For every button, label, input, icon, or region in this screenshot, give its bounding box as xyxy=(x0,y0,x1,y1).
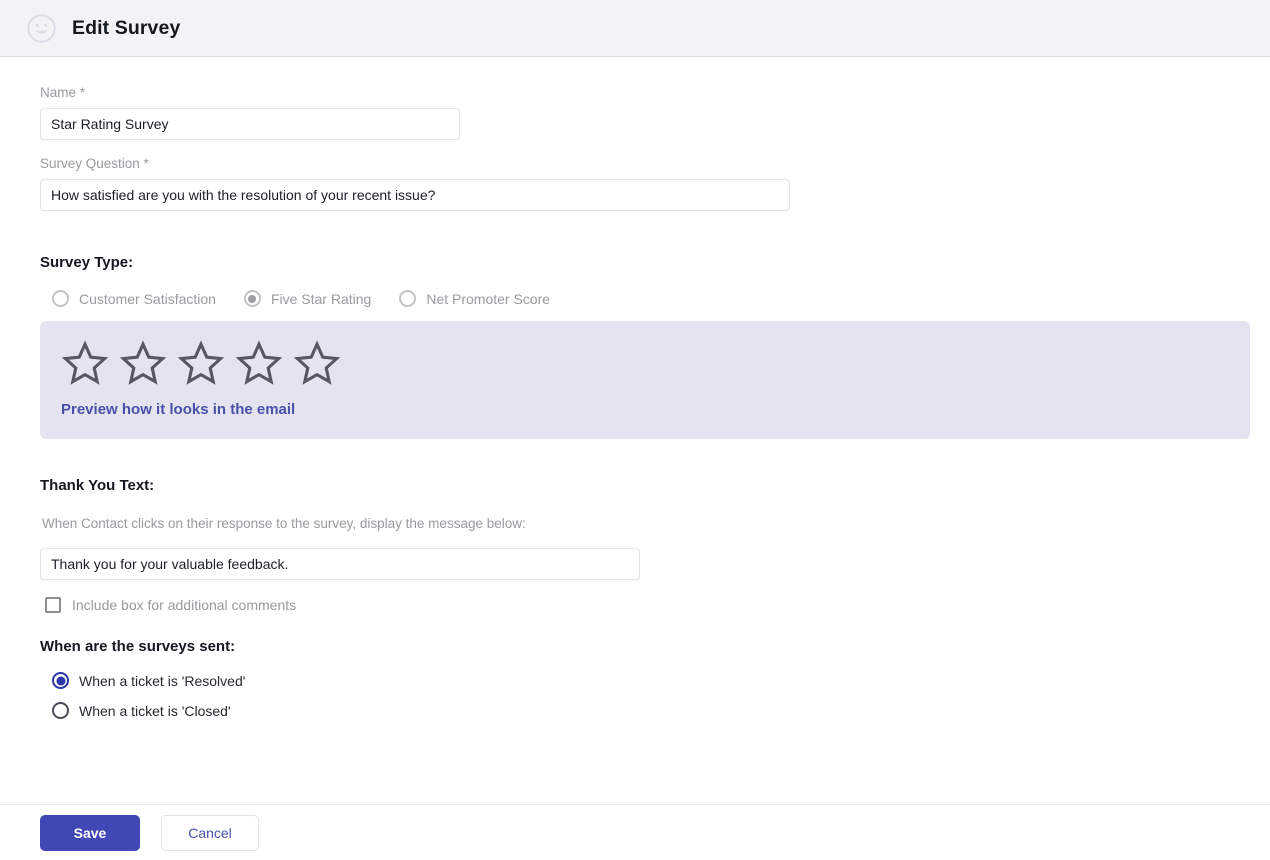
star-icon-4[interactable] xyxy=(234,339,284,387)
radio-icon-customer-satisfaction[interactable] xyxy=(52,290,69,308)
star-icon-1[interactable] xyxy=(60,339,110,387)
preview-email-link[interactable]: Preview how it looks in the email xyxy=(61,401,295,418)
survey-type-option-net-promoter-score[interactable]: Net Promoter Score xyxy=(399,290,551,308)
additional-comments-checkbox-row[interactable]: Include box for additional comments xyxy=(45,597,1270,614)
thank-you-section: Thank You Text: When Contact clicks on t… xyxy=(40,477,1270,614)
survey-question-label: Survey Question * xyxy=(40,156,149,172)
smiley-face-icon xyxy=(27,13,56,43)
thank-you-text-input[interactable] xyxy=(40,548,640,581)
name-label: Name * xyxy=(40,85,86,100)
cancel-button[interactable]: Cancel xyxy=(161,814,259,851)
send-timing-radio-group: When a ticket is 'Resolved' When a ticke… xyxy=(52,672,1270,720)
survey-type-title: Survey Type: xyxy=(40,254,134,272)
radio-icon-ticket-resolved[interactable] xyxy=(52,672,69,690)
page-header: Edit Survey xyxy=(0,0,1270,57)
star-rating-group[interactable] xyxy=(60,339,1250,387)
send-timing-option-resolved[interactable]: When a ticket is 'Resolved' xyxy=(52,672,1270,690)
radio-icon-ticket-closed[interactable] xyxy=(52,702,69,720)
name-field-block: Name * xyxy=(40,85,1270,141)
radio-icon-net-promoter-score[interactable] xyxy=(399,290,417,308)
star-icon-3[interactable] xyxy=(176,339,226,387)
survey-type-label-0: Customer Satisfaction xyxy=(79,290,216,307)
page-title: Edit Survey xyxy=(72,16,181,39)
survey-type-label-1: Five Star Rating xyxy=(270,290,372,307)
survey-question-input[interactable] xyxy=(40,179,790,212)
survey-type-radio-group: Customer Satisfaction Five Star Rating N… xyxy=(52,290,1270,308)
survey-type-section: Survey Type: Customer Satisfaction Five … xyxy=(40,254,1270,308)
star-icon-2[interactable] xyxy=(118,339,168,387)
name-input[interactable] xyxy=(40,108,460,141)
survey-type-option-five-star-rating[interactable]: Five Star Rating xyxy=(243,290,372,308)
checkbox-icon-additional-comments[interactable] xyxy=(45,597,61,614)
form-body: Name * Survey Question * Survey Type: Cu… xyxy=(0,57,1270,720)
survey-type-option-customer-satisfaction[interactable]: Customer Satisfaction xyxy=(52,290,216,308)
star-icon-5[interactable] xyxy=(292,339,342,387)
thank-you-title: Thank You Text: xyxy=(40,477,155,495)
send-timing-title: When are the surveys sent: xyxy=(40,638,236,656)
star-rating-preview-panel: Preview how it looks in the email xyxy=(40,321,1250,440)
send-timing-section: When are the surveys sent: When a ticket… xyxy=(40,638,1270,720)
send-timing-label-0: When a ticket is 'Resolved' xyxy=(79,672,246,689)
form-footer: Save Cancel xyxy=(0,804,1270,860)
survey-type-label-2: Net Promoter Score xyxy=(426,290,551,307)
additional-comments-label: Include box for additional comments xyxy=(72,597,297,614)
thank-you-helper-text: When Contact clicks on their response to… xyxy=(42,516,526,532)
radio-icon-five-star-rating[interactable] xyxy=(243,290,261,308)
send-timing-label-1: When a ticket is 'Closed' xyxy=(79,702,231,719)
send-timing-option-closed[interactable]: When a ticket is 'Closed' xyxy=(52,702,1270,720)
survey-question-field-block: Survey Question * xyxy=(40,156,1270,212)
edit-survey-page: Edit Survey Name * Survey Question * Sur… xyxy=(0,0,1270,860)
save-button[interactable]: Save xyxy=(40,814,140,851)
